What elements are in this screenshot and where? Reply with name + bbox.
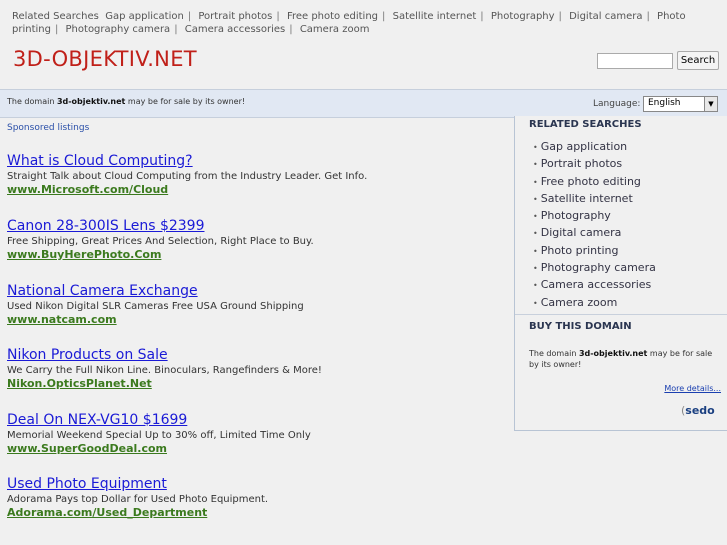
related-search-item[interactable]: • Photography [533, 208, 656, 225]
topnav-link[interactable]: Photography [491, 11, 555, 22]
related-search-label: Photography [540, 209, 611, 223]
topnav-link[interactable]: Free photo editing [287, 11, 378, 22]
ad-description: Memorial Weekend Special Up to 30% off, … [7, 430, 311, 441]
topnav-link[interactable]: Digital camera [569, 11, 642, 22]
right-sidebar-panel: RELATED SEARCHES • Gap application • Portr… [514, 116, 727, 431]
related-searches-heading: RELATED SEARCHES [529, 119, 642, 130]
domain-sale-text: The domain 3d-objektiv.net may be for sa… [7, 97, 245, 106]
related-search-item[interactable]: • Portrait photos [533, 156, 656, 173]
topnav-link[interactable]: Camera zoom [300, 24, 370, 35]
topnav-link[interactable]: Camera accessories [185, 24, 286, 35]
topnav-link[interactable]: Gap application [105, 11, 184, 22]
sedo-logo-text: sedo [685, 404, 715, 417]
ad-title-link[interactable]: National Camera Exchange [7, 283, 497, 300]
bullet-icon: • [533, 160, 538, 170]
more-details-link[interactable]: More details... [664, 384, 721, 393]
sale-suffix: may be for sale by its owner! [127, 97, 246, 106]
ad-description: We Carry the Full Nikon Line. Binoculars… [7, 365, 322, 376]
sale-domain: 3d-objektiv.net [56, 97, 126, 106]
language-label: Language: [593, 99, 641, 109]
ad-description: Adorama Pays top Dollar for Used Photo E… [7, 494, 269, 505]
ad-title-link[interactable]: Used Photo Equipment [7, 476, 497, 493]
topnav-link[interactable]: Photography camera [66, 24, 171, 35]
bullet-icon: • [533, 212, 538, 222]
related-searches-list: • Gap application • Portrait photos • Free … [533, 139, 656, 312]
related-search-label: Portrait photos [540, 157, 623, 171]
ad-title-link[interactable]: Canon 28-300IS Lens $2399 [7, 218, 497, 235]
related-search-item[interactable]: • Satellite internet [533, 191, 656, 208]
sponsored-listings-label: Sponsored listings [7, 123, 90, 133]
ad-title-link[interactable]: Deal On NEX-VG10 $1699 [7, 412, 497, 429]
domain-sale-bar: The domain 3d-objektiv.net may be for sa… [0, 89, 727, 118]
ad-description: Straight Talk about Cloud Computing from… [7, 171, 368, 182]
ad-listing: What is Cloud Computing? Straight Talk a… [7, 153, 497, 197]
top-related-searches-nav: Related Searches Gap application | Portra… [12, 11, 686, 35]
ad-listing: Canon 28-300IS Lens $2399 Free Shipping,… [7, 218, 497, 262]
bullet-icon: • [533, 229, 538, 239]
language-select[interactable]: English ▼ [643, 96, 718, 112]
bullet-icon: • [533, 246, 538, 256]
ad-url-link[interactable]: Nikon.OpticsPlanet.Net [7, 377, 497, 391]
topnav-label: Related Searches [12, 11, 99, 22]
related-search-label: Digital camera [540, 226, 622, 240]
ad-listing: Deal On NEX-VG10 $1699 Memorial Weekend … [7, 412, 497, 456]
ad-description: Free Shipping, Great Prices And Selectio… [7, 236, 314, 247]
search-button[interactable]: Search [677, 51, 719, 70]
ad-title-link[interactable]: What is Cloud Computing? [7, 153, 497, 170]
related-search-label: Photography camera [540, 261, 656, 275]
related-search-item[interactable]: • Photo printing [533, 243, 656, 260]
related-search-label: Photo printing [540, 243, 619, 257]
site-logo[interactable]: 3D-OBJEKTIV.NET [13, 47, 197, 71]
ad-url-link[interactable]: Adorama.com/Used_Department [7, 506, 497, 520]
search-input[interactable] [597, 53, 673, 69]
sedo-logo[interactable]: (sedo [681, 404, 715, 417]
related-search-item[interactable]: • Digital camera [533, 225, 656, 242]
buy-domain-text: The domain 3d-objektiv.net may be for sa… [529, 348, 721, 370]
bullet-icon: • [533, 264, 538, 274]
related-search-item[interactable]: • Free photo editing [533, 174, 656, 191]
related-search-item[interactable]: • Gap application [533, 139, 656, 156]
sale-prefix: The domain [7, 97, 55, 106]
bullet-icon: • [533, 177, 538, 187]
ad-url-link[interactable]: www.BuyHerePhoto.Com [7, 248, 497, 262]
bullet-icon: • [533, 143, 538, 152]
bullet-icon: • [533, 298, 538, 308]
ad-title-link[interactable]: Nikon Products on Sale [7, 347, 497, 364]
buy-prefix: The domain [529, 349, 577, 358]
related-search-label: Camera accessories [540, 278, 652, 292]
related-search-item[interactable]: • Camera accessories [533, 277, 656, 294]
related-search-item[interactable]: • Photography camera [533, 260, 656, 277]
buy-domain-heading: BUY THIS DOMAIN [529, 321, 632, 332]
ad-listing: Nikon Products on Sale We Carry the Full… [7, 347, 497, 391]
ad-url-link[interactable]: www.Microsoft.com/Cloud [7, 183, 497, 197]
bullet-icon: • [533, 194, 538, 204]
chevron-down-icon[interactable]: ▼ [704, 97, 717, 111]
related-search-label: Satellite internet [540, 191, 633, 205]
ad-listing: Used Photo Equipment Adorama Pays top Do… [7, 476, 497, 520]
related-search-item[interactable]: • Camera zoom [533, 295, 656, 312]
ad-description: Used Nikon Digital SLR Cameras Free USA … [7, 301, 304, 312]
panel-divider [515, 314, 727, 315]
related-search-label: Free photo editing [540, 174, 641, 188]
related-search-label: Camera zoom [540, 295, 618, 309]
related-search-label: Gap application [540, 140, 628, 153]
buy-domain: 3d-objektiv.net [578, 349, 648, 358]
topnav-link[interactable]: Portrait photos [198, 11, 272, 22]
ad-url-link[interactable]: www.SuperGoodDeal.com [7, 442, 497, 456]
ad-listing: National Camera Exchange Used Nikon Digi… [7, 283, 497, 327]
topnav-link[interactable]: Satellite internet [393, 11, 477, 22]
bullet-icon: • [533, 281, 538, 291]
language-value: English [648, 98, 681, 108]
ad-url-link[interactable]: www.natcam.com [7, 313, 497, 327]
